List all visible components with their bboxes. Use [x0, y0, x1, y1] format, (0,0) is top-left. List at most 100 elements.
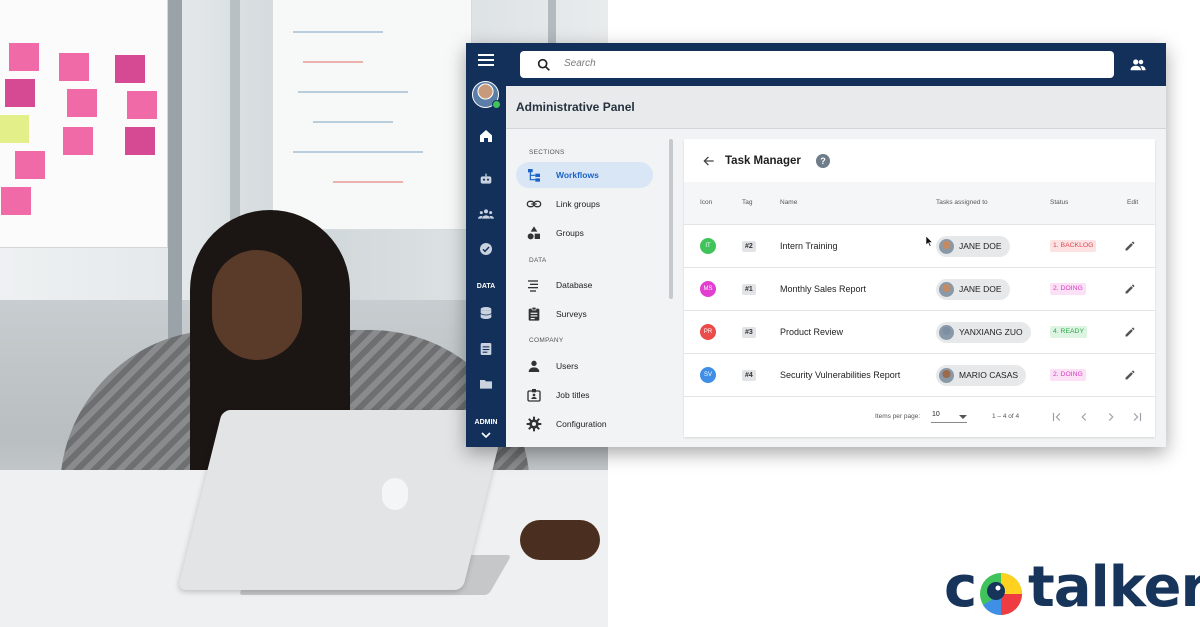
items-per-page-select[interactable]: 10	[931, 411, 967, 423]
items-per-page-value: 10	[932, 411, 940, 418]
online-status-dot	[492, 100, 501, 109]
mouse-cursor-icon	[926, 236, 934, 247]
column-header-icon: Icon	[700, 199, 713, 206]
status-badge: 4. READY	[1050, 326, 1087, 338]
people-icon[interactable]	[1129, 56, 1147, 74]
edit-pencil-icon[interactable]	[1124, 369, 1136, 381]
laptop-logo	[382, 478, 408, 510]
nav-item-label: Users	[556, 361, 579, 371]
task-name[interactable]: Security Vulnerabilities Report	[780, 370, 900, 380]
edit-pencil-icon[interactable]	[1124, 326, 1136, 338]
nav-scrollbar[interactable]	[669, 139, 673, 299]
team-icon[interactable]	[478, 206, 494, 222]
nav-item-label: Workflows	[556, 170, 599, 180]
assignee-avatar	[939, 368, 954, 383]
column-header-assignees: Tasks assigned to	[936, 199, 988, 206]
assignee-chip[interactable]: MARIO CASAS	[936, 365, 1027, 386]
nav-item-label: Surveys	[556, 309, 587, 319]
badge-icon	[527, 389, 541, 402]
task-name[interactable]: Monthly Sales Report	[780, 284, 866, 294]
person-face	[212, 250, 302, 360]
task-icon-badge: SV	[700, 367, 716, 383]
table-row[interactable]: MS #1 Monthly Sales Report JANE DOE 2. DOING	[684, 268, 1155, 311]
task-manager-title: Task Manager	[725, 155, 801, 167]
back-arrow-icon[interactable]	[702, 154, 716, 168]
assignee-chip[interactable]: YANXIANG ZUO	[936, 322, 1031, 343]
assignee-avatar	[939, 239, 954, 254]
page-title: Administrative Panel	[516, 100, 635, 114]
database-icon[interactable]	[478, 305, 494, 321]
column-header-tag: Tag	[742, 199, 753, 206]
menu-icon[interactable]	[478, 54, 494, 66]
column-header-status: Status	[1050, 199, 1069, 206]
task-name[interactable]: Intern Training	[780, 241, 838, 251]
check-circle-icon[interactable]	[478, 241, 494, 257]
folder-icon[interactable]	[478, 376, 494, 392]
dropdown-caret-icon	[959, 415, 967, 419]
assignee-chip[interactable]: JANE DOE	[936, 236, 1010, 257]
task-tag: #4	[742, 370, 756, 381]
robot-icon[interactable]	[478, 171, 494, 187]
laptop-lid	[177, 410, 508, 590]
edit-pencil-icon[interactable]	[1124, 283, 1136, 295]
top-bar: Search	[466, 43, 1166, 86]
first-page-icon[interactable]	[1050, 410, 1064, 424]
last-page-icon[interactable]	[1130, 410, 1144, 424]
table-row[interactable]: SV #4 Security Vulnerabilities Report MARIO…	[684, 354, 1155, 397]
gear-icon	[526, 416, 542, 432]
task-icon-badge: IT	[700, 238, 716, 254]
page-header: Administrative Panel	[506, 86, 1166, 129]
nav-item-label: Configuration	[556, 419, 607, 429]
table-paginator: Items per page: 10 1 – 4 of 4	[684, 397, 1155, 437]
nav-item-database[interactable]: Database	[516, 272, 653, 298]
logo-mark-icon	[980, 573, 1022, 616]
previous-page-icon[interactable]	[1077, 410, 1091, 424]
status-badge: 1. BACKLOG	[1050, 240, 1097, 252]
task-tag: #3	[742, 327, 756, 338]
nav-item-workflows[interactable]: Workflows	[516, 162, 653, 188]
status-badge: 2. DOING	[1050, 283, 1086, 295]
assignee-chip[interactable]: JANE DOE	[936, 279, 1010, 300]
nav-section-label: COMPANY	[529, 337, 564, 344]
nav-item-groups[interactable]: Groups	[516, 220, 653, 246]
assignee-name: JANE DOE	[959, 284, 1002, 294]
assignee-name: YANXIANG ZUO	[959, 327, 1023, 337]
whiteboard	[272, 0, 472, 230]
side-rail: DATA ADMIN	[466, 81, 506, 447]
help-icon[interactable]: ?	[816, 154, 830, 168]
search-input[interactable]: Search	[564, 58, 596, 69]
edit-pencil-icon[interactable]	[1124, 240, 1136, 252]
nav-item-label: Groups	[556, 228, 584, 238]
logo-text-right: talker	[1028, 555, 1200, 620]
nav-item-surveys[interactable]: Surveys	[516, 301, 653, 327]
nav-item-job-titles[interactable]: Job titles	[516, 382, 653, 408]
nav-item-users[interactable]: Users	[516, 353, 653, 379]
nav-item-link-groups[interactable]: Link groups	[516, 191, 653, 217]
items-per-page-label: Items per page:	[875, 413, 921, 420]
home-icon[interactable]	[478, 128, 494, 144]
document-icon[interactable]	[478, 341, 494, 357]
table-row[interactable]: IT #2 Intern Training JANE DOE 1. BACKLOG	[684, 225, 1155, 268]
assignee-name: JANE DOE	[959, 241, 1002, 251]
task-manager-card: Task Manager ? Icon Tag Name Tasks assig…	[684, 139, 1155, 437]
task-tag: #2	[742, 241, 756, 252]
task-icon-badge: MS	[700, 281, 716, 297]
assignee-name: MARIO CASAS	[959, 370, 1019, 380]
person-icon	[528, 360, 540, 372]
next-page-icon[interactable]	[1104, 410, 1118, 424]
task-name[interactable]: Product Review	[780, 327, 843, 337]
nav-item-label: Database	[556, 280, 593, 290]
app-window: Search DATA ADMIN Administrative Panel S…	[466, 43, 1166, 447]
rail-label-data: DATA	[476, 283, 496, 290]
sticky-note-board	[0, 0, 168, 248]
nav-item-configuration[interactable]: Configuration	[516, 411, 653, 437]
search-bar[interactable]: Search	[520, 51, 1114, 78]
assignee-avatar	[939, 325, 954, 340]
page-range: 1 – 4 of 4	[992, 413, 1020, 420]
task-icon-badge: PR	[700, 324, 716, 340]
chevron-down-icon[interactable]	[481, 431, 491, 439]
table-row[interactable]: PR #3 Product Review YANXIANG ZUO 4. READY	[684, 311, 1155, 354]
table-header: Icon Tag Name Tasks assigned to Status E…	[684, 182, 1155, 225]
workflow-icon	[528, 169, 540, 182]
nav-section-label: DATA	[529, 257, 547, 264]
